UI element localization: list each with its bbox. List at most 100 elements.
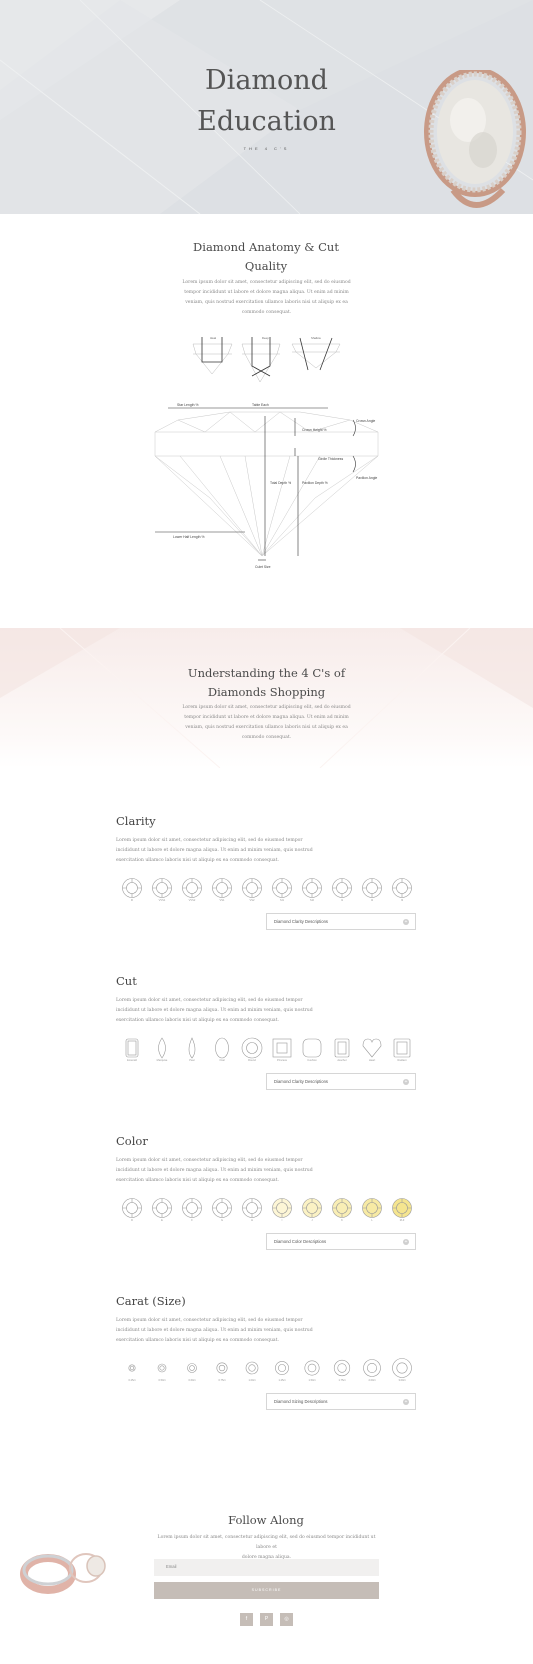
- diamond-icon: [272, 1198, 292, 1218]
- facebook-icon[interactable]: f: [240, 1613, 253, 1626]
- anatomy-title: Diamond Anatomy & Cut Quality: [166, 238, 366, 276]
- section-body-color: Lorem ipsum dolor sit amet, consectetur …: [116, 1156, 316, 1186]
- cut-quality-diagrams: [192, 337, 341, 383]
- carat-scale: 0.25ct 0.50ct 0.60ct 0.75ct 1.00ct 1.25ct 1.50…: [120, 1357, 415, 1393]
- carat-item: 1.00ct: [240, 1357, 264, 1393]
- color-item: E: [150, 1197, 174, 1233]
- color-item: M-Z: [390, 1197, 414, 1233]
- diamond-icon: [334, 1038, 350, 1058]
- clarity-item: VVS1: [150, 877, 174, 913]
- four-cs-title: Understanding the 4 C's of Diamonds Shop…: [156, 664, 377, 702]
- email-placeholder: Email: [166, 1564, 177, 1569]
- plus-icon: +: [403, 1399, 409, 1405]
- cut-item: Asscher: [330, 1037, 354, 1073]
- diamond-icon: [182, 878, 202, 898]
- text-line: commodo consequat.: [241, 735, 292, 740]
- diamond-icon: [392, 1358, 412, 1378]
- pinterest-icon[interactable]: P: [260, 1613, 273, 1626]
- clarity-item: SI2: [300, 877, 324, 913]
- diamond-icon: [241, 1037, 263, 1059]
- carat-item: 1.25ct: [270, 1357, 294, 1393]
- text-line: Lorem ipsum dolor sit amet, consectetur …: [116, 998, 303, 1003]
- clarity-descriptions-toggle[interactable]: Diamond Clarity Descriptions +: [266, 913, 416, 930]
- diamond-icon: [128, 1364, 136, 1372]
- diamond-icon: [152, 878, 172, 898]
- diamond-icon: [272, 878, 292, 898]
- cut-label-deep: Deep: [262, 336, 269, 340]
- text-line: Lorem ipsum dolor sit amet, consectetur …: [116, 838, 303, 843]
- diamond-icon: [212, 1198, 232, 1218]
- cut-item: Oval: [210, 1037, 234, 1073]
- diamond-icon: [362, 878, 382, 898]
- section-body-cut: Lorem ipsum dolor sit amet, consectetur …: [116, 996, 316, 1026]
- cut-item: Marquise: [150, 1037, 174, 1073]
- clarity-item: VVS2: [180, 877, 204, 913]
- clarity-item: I1: [330, 877, 354, 913]
- clarity-item: I2: [360, 877, 384, 913]
- color-item-label: M-Z: [399, 1219, 405, 1222]
- diamond-icon: [188, 1037, 196, 1059]
- text-line: exercitation ullamco laboris nisi ut ali…: [116, 1338, 279, 1343]
- shallow-cut-shape: [291, 343, 341, 369]
- diamond-icon: [304, 1360, 320, 1376]
- color-item: G: [210, 1197, 234, 1233]
- deep-cut-shape: [241, 343, 281, 383]
- text-line: incididunt ut labore et dolore magna ali…: [116, 1008, 313, 1013]
- label-table-each: Table Each: [252, 403, 269, 407]
- text-line: commodo consequat.: [241, 310, 292, 315]
- cut-label-shallow: Shallow: [311, 336, 321, 340]
- four-cs-title-line2: Diamonds Shopping: [207, 685, 326, 699]
- cut-item-label: Radiant: [397, 1059, 407, 1062]
- plus-icon: +: [403, 919, 409, 925]
- section-title-clarity: Clarity: [116, 814, 156, 828]
- instagram-icon[interactable]: ◎: [280, 1613, 293, 1626]
- email-input[interactable]: Email: [154, 1559, 379, 1576]
- diamond-icon: [363, 1359, 381, 1377]
- diamond-icon: [122, 1198, 142, 1218]
- section-title-cut: Cut: [116, 974, 137, 988]
- color-item: H: [240, 1197, 264, 1233]
- diamond-icon: [302, 878, 322, 898]
- label-lower-half-length: Lower Half Length %: [173, 535, 205, 539]
- diamond-icon: [362, 1198, 382, 1218]
- subscribe-button[interactable]: SUBSCRIBE: [154, 1582, 379, 1599]
- color-item: K: [330, 1197, 354, 1233]
- diamond-icon: [182, 1198, 202, 1218]
- text-line: veniam, quis nostrud exercitation ullamc…: [185, 300, 348, 305]
- diamond-icon: [362, 1038, 382, 1058]
- diamond-icon: [333, 1359, 351, 1377]
- text-line: incididunt ut labore et dolore magna ali…: [116, 1328, 313, 1333]
- text-line: exercitation ullamco laboris nisi ut ali…: [116, 1018, 279, 1023]
- carat-item: 0.50ct: [150, 1357, 174, 1393]
- diamond-icon: [392, 1198, 412, 1218]
- plus-icon: +: [403, 1239, 409, 1245]
- color-item: F: [180, 1197, 204, 1233]
- diamond-icon: [302, 1038, 322, 1058]
- diamond-icon: [302, 1198, 322, 1218]
- diamond-anatomy-diagram: [154, 407, 379, 561]
- clarity-scale: FI VVS1 VVS2 VS1 VS2 SI1 SI2 I1 I2 I3: [120, 877, 415, 913]
- diamond-icon: [332, 1198, 352, 1218]
- anatomy-body: Lorem ipsum dolor sit amet, consectetur …: [170, 278, 363, 318]
- four-cs-body: Lorem ipsum dolor sit amet, consectetur …: [170, 703, 363, 743]
- carat-item-label: 3.00ct: [398, 1379, 406, 1382]
- text-line: Lorem ipsum dolor sit amet, consectetur …: [116, 1158, 303, 1163]
- label-culet-size: Culet Size: [255, 565, 271, 569]
- toggle-label: Diamond Clarity Descriptions: [274, 1079, 328, 1084]
- color-descriptions-toggle[interactable]: Diamond Color Descriptions +: [266, 1233, 416, 1250]
- toggle-label: Diamond Color Descriptions: [274, 1239, 327, 1244]
- cut-label-ideal: Ideal: [210, 336, 217, 340]
- label-girdle-thickness: Girdle Thickness: [318, 457, 344, 461]
- toggle-label: Diamond Sizing Descriptions: [274, 1399, 328, 1404]
- toggle-label: Diamond Clarity Descriptions: [274, 919, 328, 924]
- hero-section: Diamond Education THE 4 C'S: [0, 0, 533, 214]
- color-scale: D E F G H I J K L M-Z: [120, 1197, 415, 1233]
- label-star-length: Star Length %: [177, 403, 199, 407]
- text-line: tempor incididunt ut labore et dolore ma…: [184, 715, 349, 720]
- diamond-icon: [242, 1198, 262, 1218]
- cut-descriptions-toggle[interactable]: Diamond Clarity Descriptions +: [266, 1073, 416, 1090]
- cut-item: Pear: [180, 1037, 204, 1073]
- diamond-icon: [242, 878, 262, 898]
- clarity-item: VS1: [210, 877, 234, 913]
- carat-descriptions-toggle[interactable]: Diamond Sizing Descriptions +: [266, 1393, 416, 1410]
